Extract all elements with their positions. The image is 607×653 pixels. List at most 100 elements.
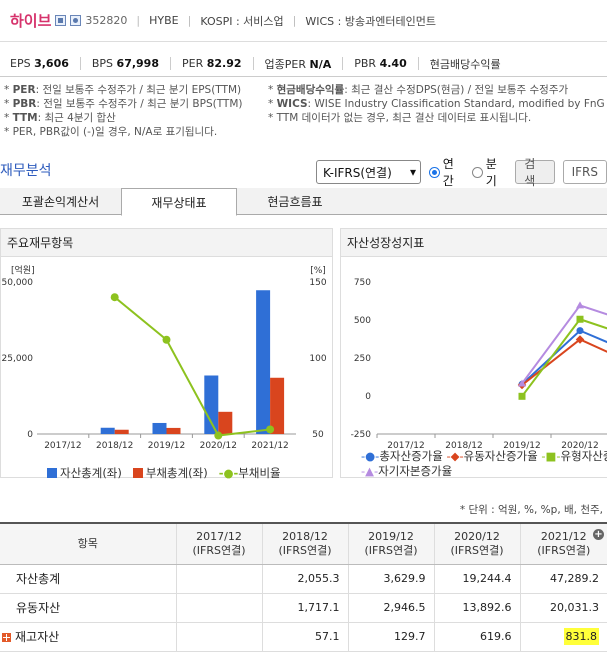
table-cell: 19,244.4	[433, 564, 520, 594]
legend-line-marker: -■-	[541, 449, 561, 463]
units-note: * 단위 : 억원, %, %p, 배, 천주,	[459, 504, 603, 516]
wics-info: WICS : 방송과엔터테인먼트	[305, 14, 436, 28]
y-tick-label: 250	[354, 354, 371, 364]
company-name[interactable]: 하이브	[10, 10, 51, 31]
legend-line-marker: -●-	[361, 449, 380, 463]
growth-chart: 7505002500-2502017/12 2018/12 2019/12 2020/…	[351, 278, 607, 451]
line-point	[576, 315, 584, 323]
metric-dividend-yield: 현금배당수익률	[429, 57, 501, 71]
y-tick-label: 50,000	[2, 278, 34, 288]
table-header-row: 항목 2017/12 (IFRS연결) 2018/12 (IFRS연결) 2019/…	[0, 522, 607, 565]
tab-income-statement[interactable]: 포괄손익계산서	[0, 188, 121, 215]
divider	[79, 57, 81, 70]
bar	[270, 377, 285, 434]
line-point	[162, 335, 171, 344]
radio-quarter[interactable]	[472, 166, 483, 178]
panel-title: 자산성장성지표	[341, 229, 607, 257]
legend-line-marker: -◆-	[446, 449, 464, 463]
stock-code: 352820	[85, 14, 128, 27]
table-cell	[175, 564, 262, 594]
legend-item[interactable]: -■-유형자산증가율	[541, 449, 607, 463]
tab-cash-flow[interactable]: 현금흐름표	[237, 188, 353, 215]
table-cell: 20,031.3	[519, 593, 607, 623]
y-tick-label: 25,000	[2, 354, 34, 364]
table-cell: 129.7	[347, 622, 434, 652]
legend-item[interactable]: -●-부채비율	[219, 466, 281, 480]
divider: |	[136, 14, 141, 27]
metrics-row: EPS 3,606 BPS 67,998 PER 82.92 업종PER N/A…	[0, 51, 607, 77]
legend-row: -▲-자기자본증가율	[361, 464, 607, 479]
table-row: 재고자산 57.1 129.7 619.6 831.8	[0, 622, 607, 652]
legend-item[interactable]: 자산총계(좌)	[47, 466, 122, 480]
bar	[114, 429, 129, 434]
notes-left: * PER: 전일 보통주 수정주가 / 최근 분기 EPS(TTM) * PB…	[4, 83, 243, 139]
section-title: 재무분석	[0, 163, 52, 179]
bar	[218, 411, 233, 434]
search-button[interactable]: 검색	[515, 157, 555, 188]
table-cell: 2,055.3	[261, 564, 348, 594]
line-point	[576, 327, 584, 335]
expand-columns-icon[interactable]: +	[593, 529, 604, 540]
y-tick-label: 500	[354, 316, 371, 326]
debt-ratio-line	[114, 296, 271, 437]
line-point	[266, 425, 275, 434]
table-row: 유동자산 1,717.1 2,946.5 13,892.6 20,031.3	[0, 593, 607, 623]
y2-tick-label: 100	[309, 354, 326, 364]
balance-sheet-table: 항목 2017/12 (IFRS연결) 2018/12 (IFRS연결) 2019/…	[0, 522, 607, 652]
chart-legend: 자산총계(좌) 부채총계(좌) -●-부채비율	[47, 465, 281, 481]
home-icon[interactable]	[55, 15, 67, 26]
metric-bps: BPS 67,998	[91, 57, 159, 70]
filter-controls: K-IFRS(연결) ▾ 연간 분기 검색 IFRS	[316, 155, 607, 189]
column-header: 2017/12 (IFRS연결)	[175, 522, 262, 565]
note-line: * TTM: 최근 4분기 합산	[4, 112, 116, 124]
legend-item[interactable]: -●-총자산증가율	[361, 449, 443, 463]
row-label: 유동자산	[0, 593, 176, 623]
note-line: * PBR: 전일 보통주 수정주가 / 최근 분기 BPS(TTM)	[4, 98, 243, 110]
chevron-down-icon: ▾	[409, 165, 416, 179]
y-tick-label: -250	[351, 430, 372, 440]
expand-row-icon[interactable]	[2, 633, 11, 642]
metric-pbr: PBR 4.40	[354, 57, 407, 70]
table-cell: 3,629.9	[347, 564, 434, 594]
x-tick-label: 2020/12	[200, 441, 237, 451]
panel-title: 주요재무항목	[1, 229, 332, 257]
y2-tick-label: 150	[309, 278, 326, 288]
growth-line	[521, 318, 607, 397]
line-point	[110, 293, 119, 302]
ifrs-button[interactable]: IFRS	[562, 160, 607, 184]
note-line: * PER, PBR값이 (-)일 경우, N/A로 표기됩니다.	[4, 126, 218, 138]
divider	[252, 57, 254, 70]
legend-swatch	[132, 468, 143, 478]
bar	[166, 427, 181, 434]
divider: |	[292, 14, 297, 27]
radio-annual-label[interactable]: 연간	[443, 155, 464, 189]
divider: |	[187, 14, 192, 27]
note-line: * WICS: WISE Industry Classification Sta…	[268, 98, 605, 110]
tab-balance-sheet[interactable]: 재무상태표	[121, 188, 237, 216]
metric-per: PER 82.92	[182, 57, 242, 70]
notes: * PER: 전일 보통주 수정주가 / 최근 분기 EPS(TTM) * PB…	[0, 83, 607, 139]
table-cell	[175, 622, 262, 652]
radio-quarter-label[interactable]: 분기	[486, 155, 507, 189]
line-point	[518, 392, 526, 400]
accounting-standard-select[interactable]: K-IFRS(연결) ▾	[316, 160, 421, 184]
y2-tick-label: 50	[312, 430, 324, 440]
column-header: 항목	[0, 522, 176, 565]
legend-item[interactable]: -◆-유동자산증가율	[446, 449, 537, 463]
legend-swatch	[47, 468, 57, 478]
legend-item[interactable]: 부채총계(좌)	[132, 466, 208, 480]
bar	[204, 375, 219, 434]
metric-sector-per: 업종PER N/A	[264, 57, 332, 71]
bar	[100, 427, 115, 434]
column-header: 2019/12 (IFRS연결)	[347, 522, 434, 565]
radio-annual[interactable]	[428, 166, 440, 178]
axis-unit-right: [%]	[310, 266, 326, 276]
line-point	[576, 301, 584, 309]
column-header: 2021/12 (IFRS연결) +	[519, 522, 607, 565]
select-value: K-IFRS(연결)	[323, 165, 392, 180]
note-line: * PER: 전일 보통주 수정주가 / 최근 분기 EPS(TTM)	[4, 84, 242, 96]
globe-icon[interactable]	[70, 15, 82, 26]
legend-line-marker: -▲-	[361, 464, 379, 478]
row-label-expandable[interactable]: 재고자산	[0, 622, 176, 652]
legend-item[interactable]: -▲-자기자본증가율	[361, 464, 452, 478]
